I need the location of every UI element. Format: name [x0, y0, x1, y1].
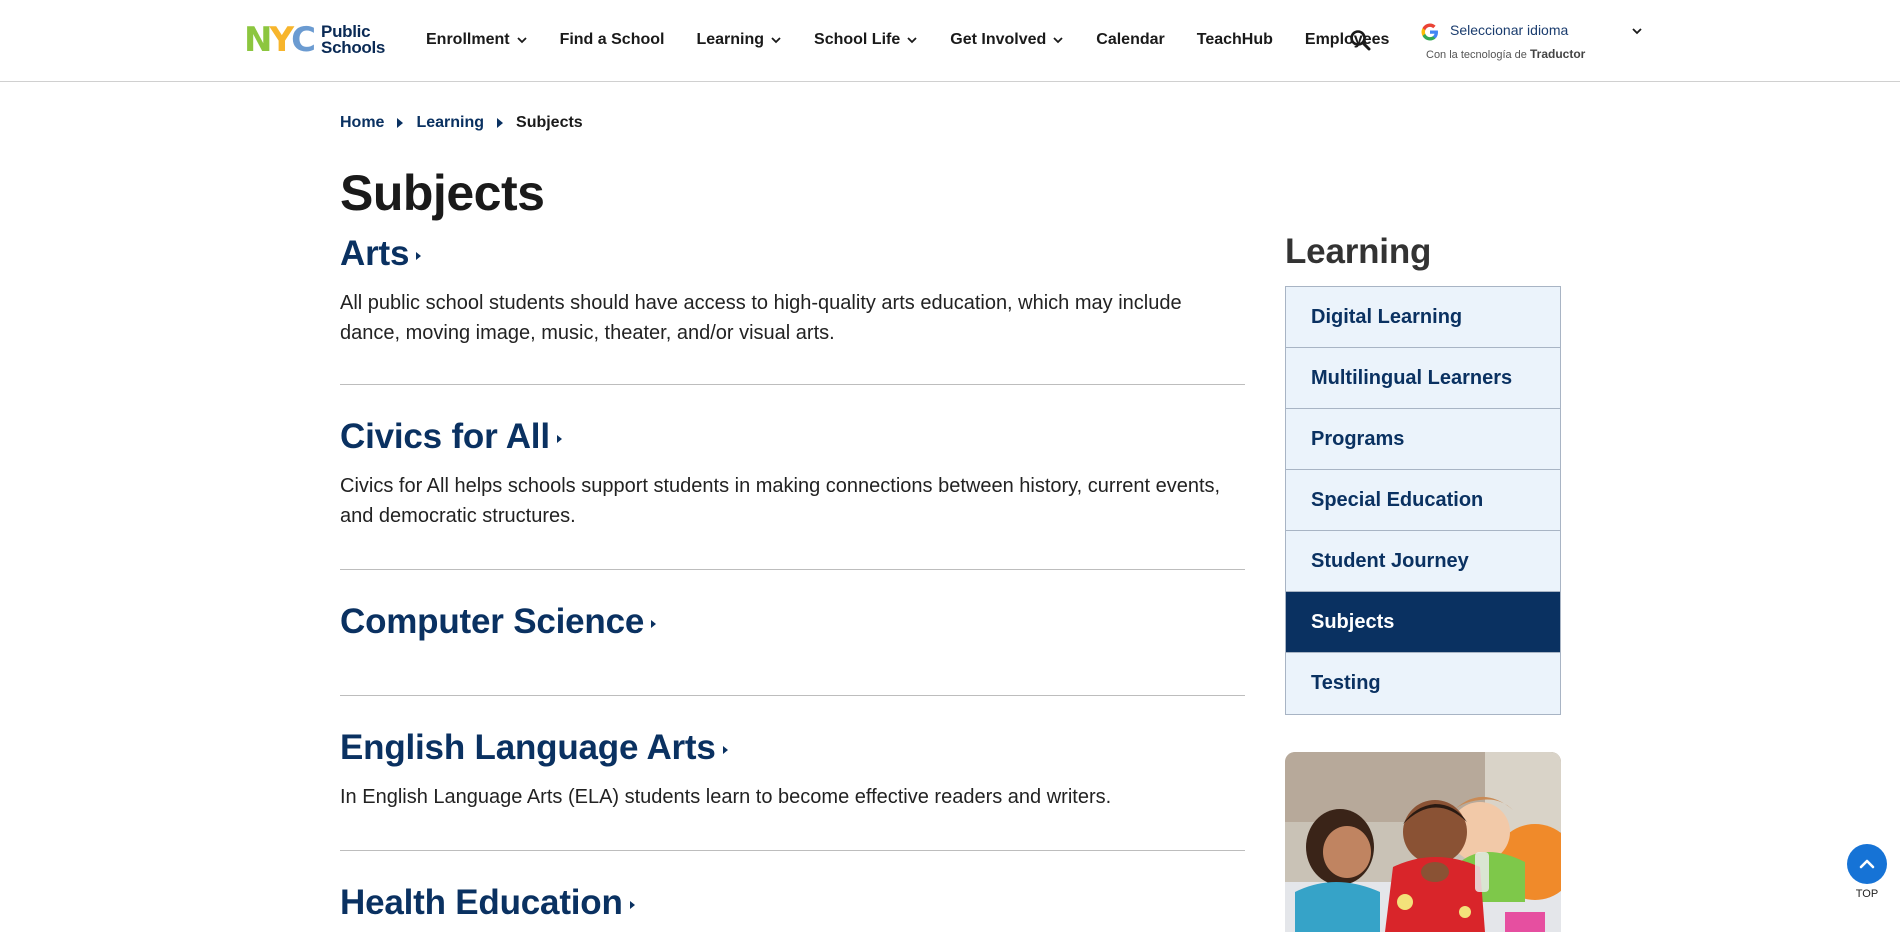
chevron-down-icon — [771, 37, 781, 44]
subject-item-arts: Arts All public school students should h… — [340, 226, 1245, 385]
site-header: NYC Public Schools Enrollment Find a Sch… — [0, 0, 1900, 82]
section-sidebar: Learning Digital Learning Multilingual L… — [1285, 232, 1561, 715]
logo-mark: NYC — [244, 20, 316, 60]
nav-label: School Life — [814, 31, 901, 48]
sidebar-item-multilingual-learners[interactable]: Multilingual Learners — [1286, 348, 1560, 409]
nav-label: Find a School — [559, 31, 665, 48]
google-icon — [1421, 23, 1438, 41]
subject-description: In English Language Arts (ELA) students … — [340, 786, 1112, 808]
nav-label: Get Involved — [950, 31, 1047, 48]
subject-title: Health Education — [340, 883, 623, 922]
breadcrumb-learning[interactable]: Learning — [416, 114, 484, 132]
sidebar-item-student-journey[interactable]: Student Journey — [1286, 531, 1560, 592]
logo-wordmark: Public Schools — [321, 23, 386, 57]
chevron-up-icon — [1859, 859, 1875, 869]
breadcrumb-current: Subjects — [516, 114, 583, 131]
chevron-down-icon — [1053, 37, 1063, 44]
page-title: Subjects — [340, 165, 545, 221]
subject-link-computer-science[interactable]: Computer Science — [340, 602, 657, 642]
nav-enrollment[interactable]: Enrollment — [426, 31, 528, 49]
subject-link-civics-for-all[interactable]: Civics for All — [340, 417, 562, 457]
chevron-down-icon — [516, 37, 527, 44]
breadcrumb-home[interactable]: Home — [340, 114, 384, 132]
search-icon — [1350, 30, 1371, 51]
back-to-top-label: TOP — [1855, 888, 1879, 900]
arrow-right-icon — [629, 901, 635, 909]
nav-get-involved[interactable]: Get Involved — [950, 31, 1064, 49]
subject-title: English Language Arts — [340, 728, 716, 767]
nav-calendar[interactable]: Calendar — [1096, 31, 1164, 49]
chevron-down-icon — [907, 37, 917, 44]
subject-title: Computer Science — [340, 602, 645, 641]
powered-by-brand[interactable]: Traductor — [1530, 47, 1585, 61]
subject-item-ela: English Language Arts In English Languag… — [340, 696, 1245, 851]
nav-teachhub[interactable]: TeachHub — [1197, 31, 1273, 49]
language-selector-label: Seleccionar idioma — [1450, 22, 1569, 38]
students-illustration — [1285, 752, 1561, 932]
logo-letter-c: C — [291, 20, 316, 60]
search-button[interactable] — [1348, 28, 1374, 54]
nav-label: Enrollment — [426, 31, 510, 48]
sidebar-item-special-education[interactable]: Special Education — [1286, 470, 1560, 531]
nav-label: TeachHub — [1196, 31, 1273, 48]
sidebar-item-digital-learning[interactable]: Digital Learning — [1286, 287, 1560, 348]
subjects-list: Arts All public school students should h… — [340, 226, 1245, 923]
arrow-right-icon — [651, 620, 657, 628]
subject-link-arts[interactable]: Arts — [340, 234, 422, 274]
arrow-right-icon — [556, 435, 562, 443]
nav-learning[interactable]: Learning — [696, 31, 782, 49]
main-nav: Enrollment Find a School Learning School… — [426, 0, 1421, 80]
subject-description: All public school students should have a… — [340, 292, 1182, 344]
subject-title: Arts — [340, 234, 410, 273]
sidebar-item-subjects[interactable]: Subjects — [1286, 592, 1560, 653]
subject-item-civics: Civics for All Civics for All helps scho… — [340, 385, 1245, 570]
students-photo — [1285, 752, 1561, 932]
sidebar-item-programs[interactable]: Programs — [1286, 409, 1560, 470]
translate-powered-by: Con la tecnología de Traductor — [1426, 47, 1585, 61]
logo-letter-n: N — [244, 20, 273, 60]
sidebar-title: Learning — [1285, 232, 1432, 271]
arrow-right-icon — [722, 746, 728, 754]
nav-school-life[interactable]: School Life — [814, 31, 918, 49]
breadcrumb-separator-icon — [497, 118, 504, 128]
nav-label: Calendar — [1096, 31, 1165, 48]
nyc-public-schools-logo[interactable]: NYC Public Schools — [244, 22, 385, 58]
subject-link-english-language-arts[interactable]: English Language Arts — [340, 728, 728, 768]
nav-label: Learning — [696, 31, 765, 48]
subject-title: Civics for All — [340, 417, 550, 456]
nav-find-a-school[interactable]: Find a School — [560, 31, 665, 49]
subject-item-health-education: Health Education — [340, 851, 1245, 923]
breadcrumb: Home Learning Subjects — [340, 114, 583, 132]
subject-link-health-education[interactable]: Health Education — [340, 883, 635, 923]
breadcrumb-separator-icon — [397, 118, 404, 128]
powered-by-prefix: Con la tecnología de — [1426, 49, 1527, 61]
subject-description: Civics for All helps schools support stu… — [340, 475, 1221, 527]
subject-item-computer-science: Computer Science — [340, 570, 1245, 696]
chevron-down-icon — [1632, 28, 1642, 35]
logo-letter-y: Y — [269, 20, 294, 60]
back-to-top-button[interactable] — [1847, 844, 1887, 884]
language-selector[interactable]: Seleccionar idioma Con la tecnología de … — [1420, 20, 1645, 66]
sidebar-menu: Digital Learning Multilingual Learners P… — [1285, 286, 1561, 715]
logo-line-2: Schools — [321, 38, 386, 57]
arrow-right-icon — [416, 252, 422, 260]
sidebar-item-testing[interactable]: Testing — [1286, 653, 1560, 714]
